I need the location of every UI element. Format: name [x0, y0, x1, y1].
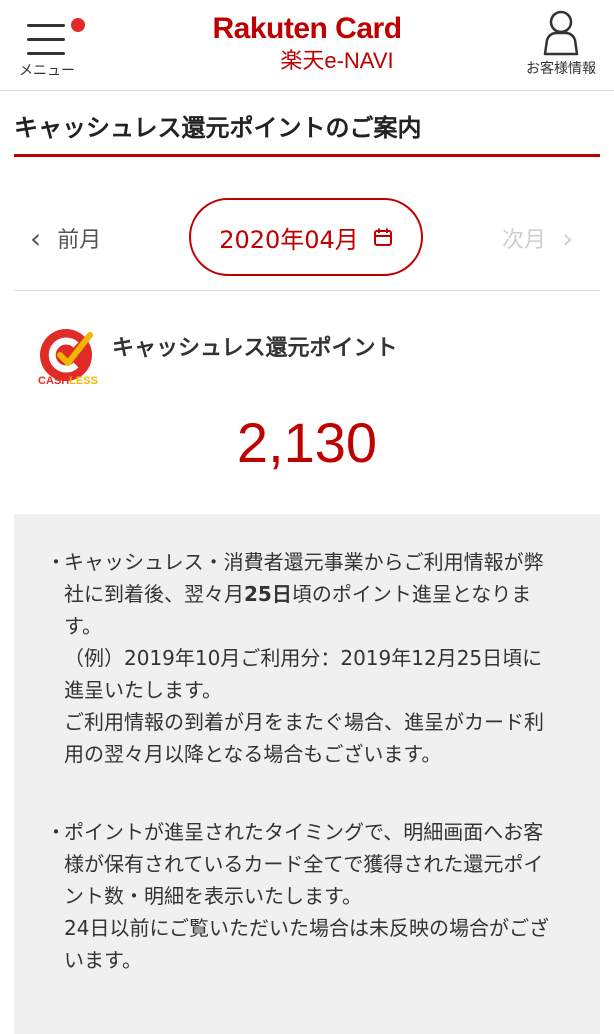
section-divider: [14, 290, 600, 291]
account-button[interactable]: お客様情報: [514, 6, 608, 78]
note-text: ポイントが進呈されたタイミングで、明細画面へお客様が保有されているカード全てで獲…: [64, 820, 544, 908]
note-example: （例）2019年10月ご利用分：2019年12月25日頃に進呈いたします。: [64, 646, 543, 702]
logo-main-text: Rakuten Card: [212, 12, 402, 45]
title-underline: [14, 154, 600, 157]
calendar-icon: [373, 228, 392, 246]
note-item: ・ キャッシュレス・消費者還元事業からご利用情報が弊社に到着後、翌々月25日頃の…: [46, 546, 554, 770]
notification-dot: [71, 18, 85, 32]
prev-month-button[interactable]: ‹ 前月: [30, 218, 101, 258]
cashless-point-value: 2,130: [236, 411, 378, 474]
current-month: 2020年04月: [219, 225, 359, 254]
page-title: キャッシュレス還元ポイントのご案内: [14, 114, 422, 142]
user-icon: [543, 10, 579, 56]
chevron-right-icon: ›: [562, 221, 574, 255]
chevron-left-icon: ‹: [30, 221, 42, 255]
prev-month-label: 前月: [57, 228, 102, 253]
menu-button[interactable]: メニュー: [12, 8, 85, 79]
account-label: お客様情報: [526, 61, 596, 77]
note-extra: 24日以前にご覧いただいた場合は未反映の場合がございます。: [64, 916, 550, 972]
note-text: キャッシュレス・消費者還元事業からご利用情報が弊社に到着後、翌々月25日頃のポイ…: [64, 550, 544, 638]
next-month-button[interactable]: 次月 ›: [502, 218, 573, 258]
app-header: メニュー Rakuten Card 楽天e-NAVI お客様情報: [0, 0, 614, 90]
header-divider: [0, 90, 614, 91]
hamburger-icon: [27, 18, 85, 55]
note-item: ・ ポイントが進呈されたタイミングで、明細画面へお客様が保有されているカード全て…: [46, 816, 554, 976]
cashless-point-title: キャッシュレス還元ポイント: [112, 336, 398, 361]
next-month-label: 次月: [502, 228, 547, 253]
logo-sub-text: 楽天e-NAVI: [280, 48, 394, 73]
cashless-logo-text: CASHLESS: [38, 375, 98, 387]
note-extra: ご利用情報の到着が月をまたぐ場合、進呈がカード利用の翌々月以降となる場合もござい…: [64, 710, 544, 766]
notes-panel: ・ キャッシュレス・消費者還元事業からご利用情報が弊社に到着後、翌々月25日頃の…: [14, 514, 600, 1034]
month-selector-button[interactable]: 2020年04月: [189, 198, 423, 276]
rakuten-card-logo[interactable]: Rakuten Card 楽天e-NAVI: [200, 12, 414, 78]
menu-label: メニュー: [19, 63, 75, 79]
